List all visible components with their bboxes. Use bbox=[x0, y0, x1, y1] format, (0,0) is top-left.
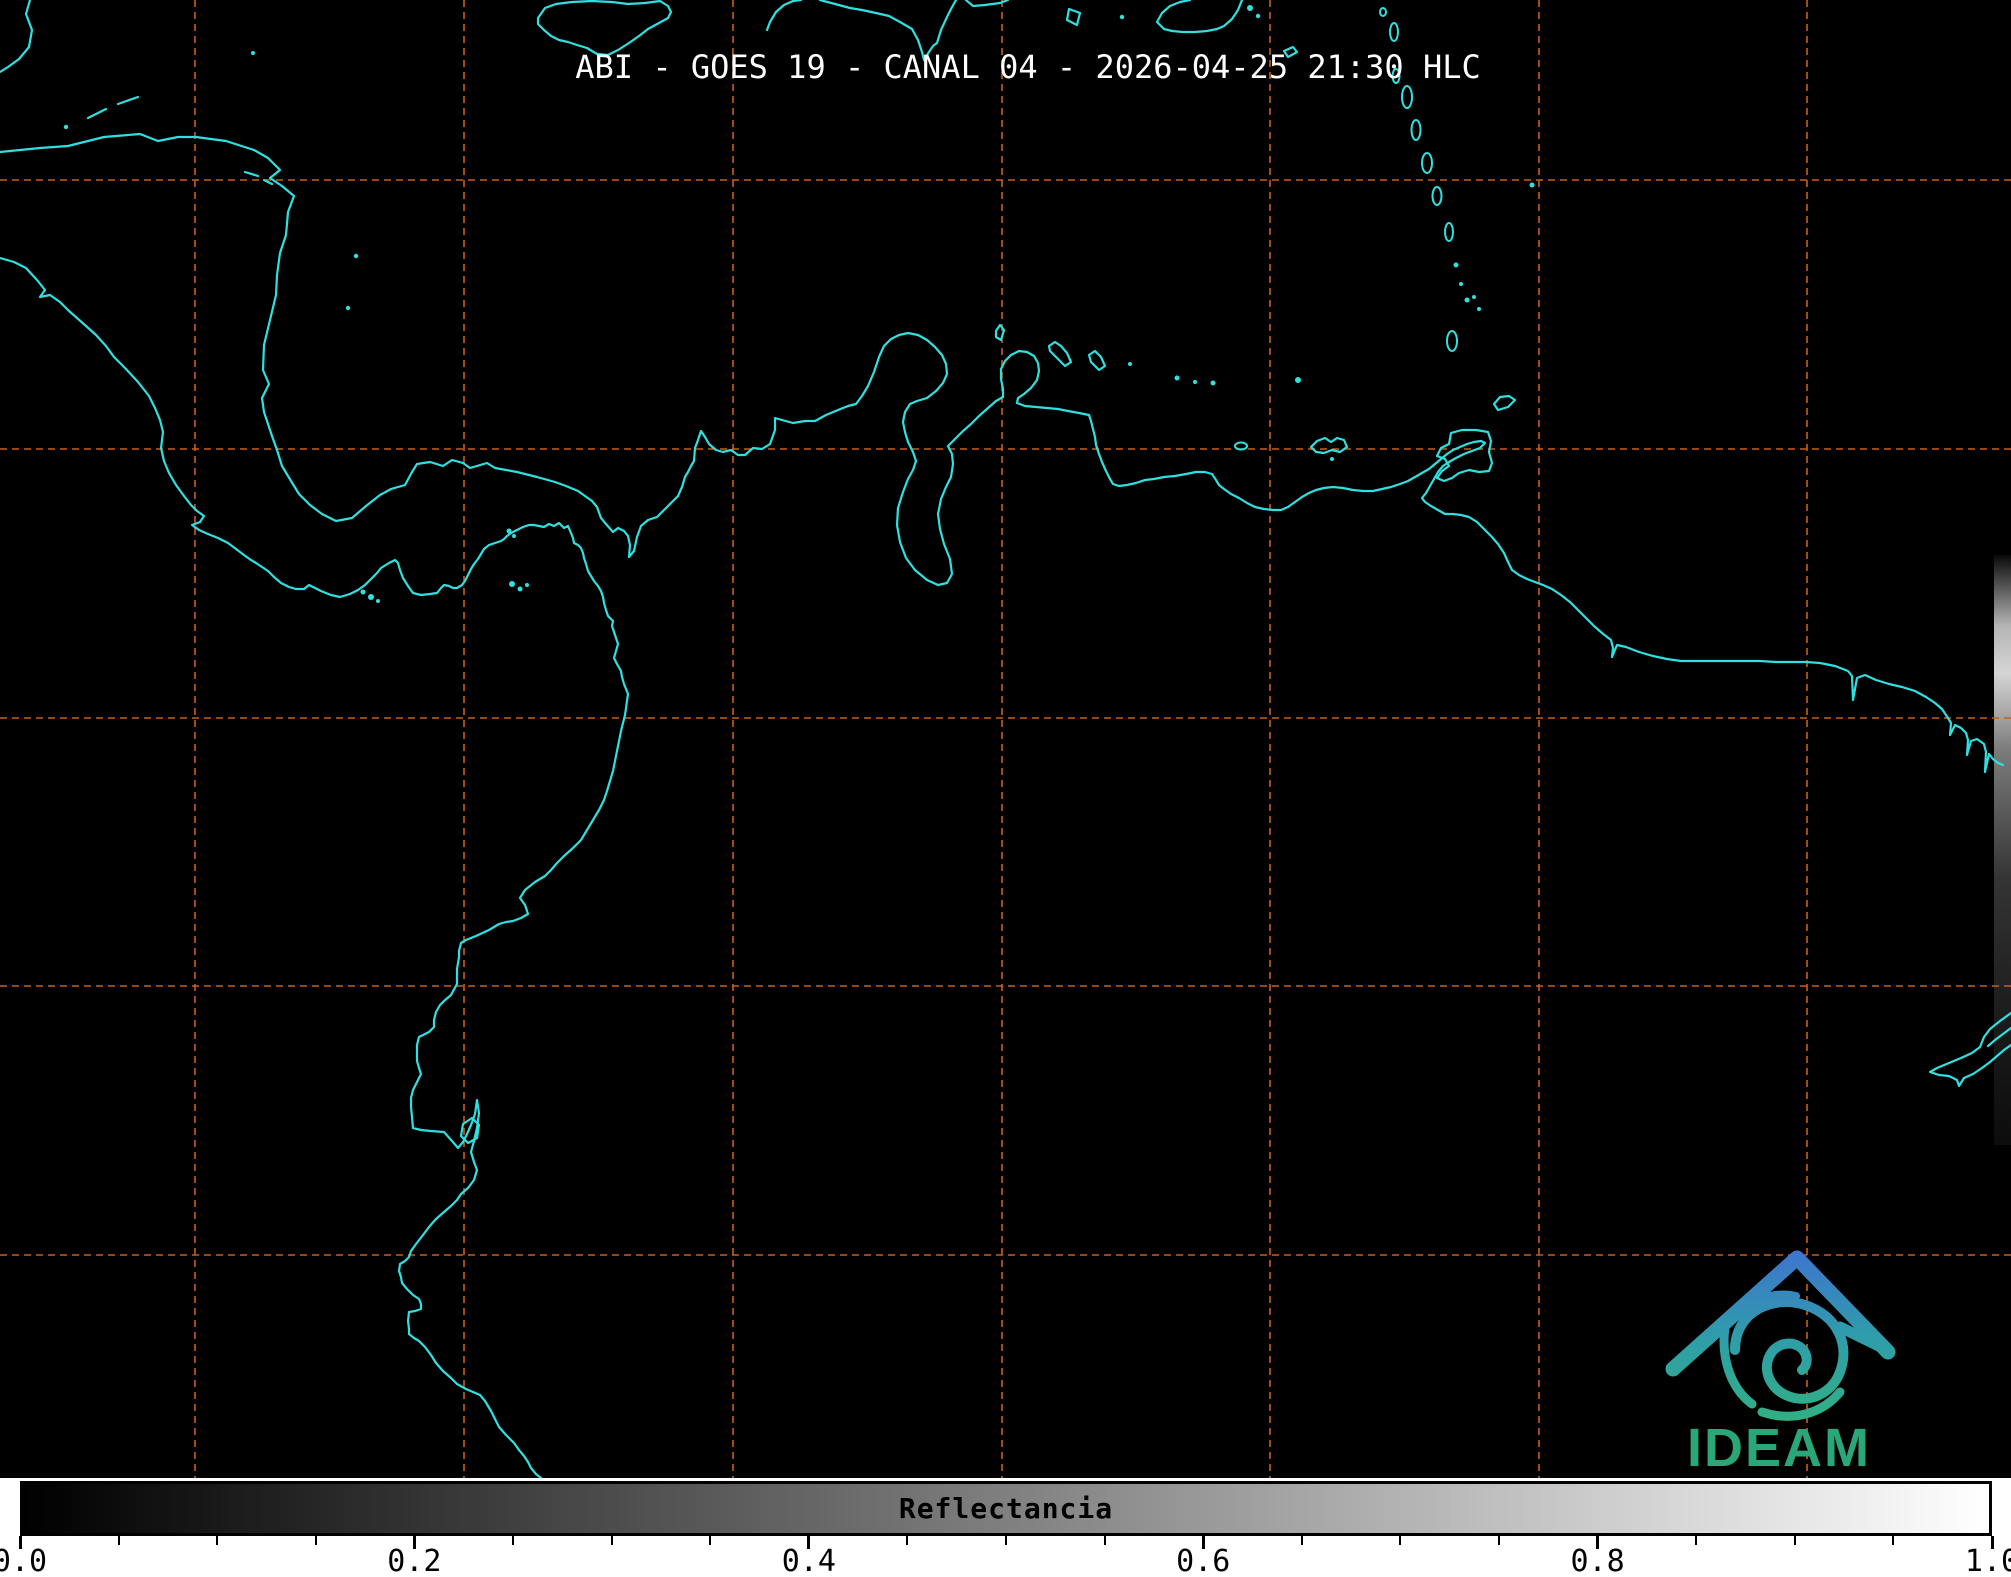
puerto-rico bbox=[1157, 0, 1242, 32]
logo-spiral bbox=[1735, 1302, 1843, 1399]
ideam-logo-text: IDEAM bbox=[1687, 1418, 1871, 1478]
jamaica bbox=[538, 1, 671, 55]
ideam-logo: IDEAM bbox=[1673, 1258, 1888, 1478]
latlon-gridlines bbox=[0, 0, 2011, 1478]
logo-roof bbox=[1673, 1258, 1888, 1369]
image-title: ABI - GOES 19 - CANAL 04 - 2026-04-25 21… bbox=[575, 48, 1480, 86]
colorbar-minor-tick bbox=[1005, 1536, 1007, 1545]
colorbar-minor-tick bbox=[1498, 1536, 1500, 1545]
colorbar-minor-tick bbox=[315, 1536, 317, 1545]
coastline-pacific bbox=[0, 258, 628, 1478]
colorbar-label: Reflectancia bbox=[23, 1484, 1989, 1533]
colorbar-minor-tick bbox=[709, 1536, 711, 1545]
colorbar-minor-tick bbox=[1892, 1536, 1894, 1545]
isla-beata bbox=[1067, 9, 1080, 25]
colorbar-minor-tick bbox=[512, 1536, 514, 1545]
satellite-map: IDEAM ABI - GOES 19 - CANAL 04 - 2026-04… bbox=[0, 0, 2011, 1478]
colorbar-minor-tick bbox=[906, 1536, 908, 1545]
screenshot-root: IDEAM ABI - GOES 19 - CANAL 04 - 2026-04… bbox=[0, 0, 2011, 1577]
colorbar-minor-tick bbox=[1794, 1536, 1796, 1545]
islet-dots bbox=[64, 5, 1535, 603]
bay-islands bbox=[88, 97, 272, 184]
curacao bbox=[1049, 342, 1071, 366]
tobago bbox=[1494, 396, 1515, 410]
map-canvas: IDEAM bbox=[0, 0, 2011, 1478]
colorbar-minor-tick bbox=[1104, 1536, 1106, 1545]
colorbar-minor-tick bbox=[118, 1536, 120, 1545]
bonaire bbox=[1089, 351, 1105, 370]
colorbar-minor-tick bbox=[216, 1536, 218, 1545]
colorbar-minor-tick bbox=[1301, 1536, 1303, 1545]
coastline-yucatan-fragment bbox=[0, 0, 32, 72]
margarita bbox=[1311, 438, 1347, 453]
colorbar-minor-tick bbox=[1399, 1536, 1401, 1545]
colorbar-minor-tick bbox=[611, 1536, 613, 1545]
colorbar-minor-tick bbox=[1695, 1536, 1697, 1545]
colorbar-footer: Reflectancia 0.0 0.2 0.4 0.6 0.8 1.0 bbox=[0, 1478, 2011, 1577]
colorbar-tick-label: 0.2 bbox=[387, 1547, 441, 1576]
reflectance-colorbar: Reflectancia bbox=[20, 1481, 1992, 1536]
colorbar-tick-label: 0.8 bbox=[1571, 1547, 1625, 1576]
colorbar-tick-label: 1.0 bbox=[1965, 1547, 2011, 1576]
colorbar-tick-label: 0.0 bbox=[0, 1547, 47, 1576]
coastline-layer bbox=[0, 0, 2011, 1478]
aruba bbox=[996, 325, 1004, 340]
colorbar-tick-label: 0.4 bbox=[782, 1547, 836, 1576]
colorbar-tick-label: 0.6 bbox=[1176, 1547, 1230, 1576]
